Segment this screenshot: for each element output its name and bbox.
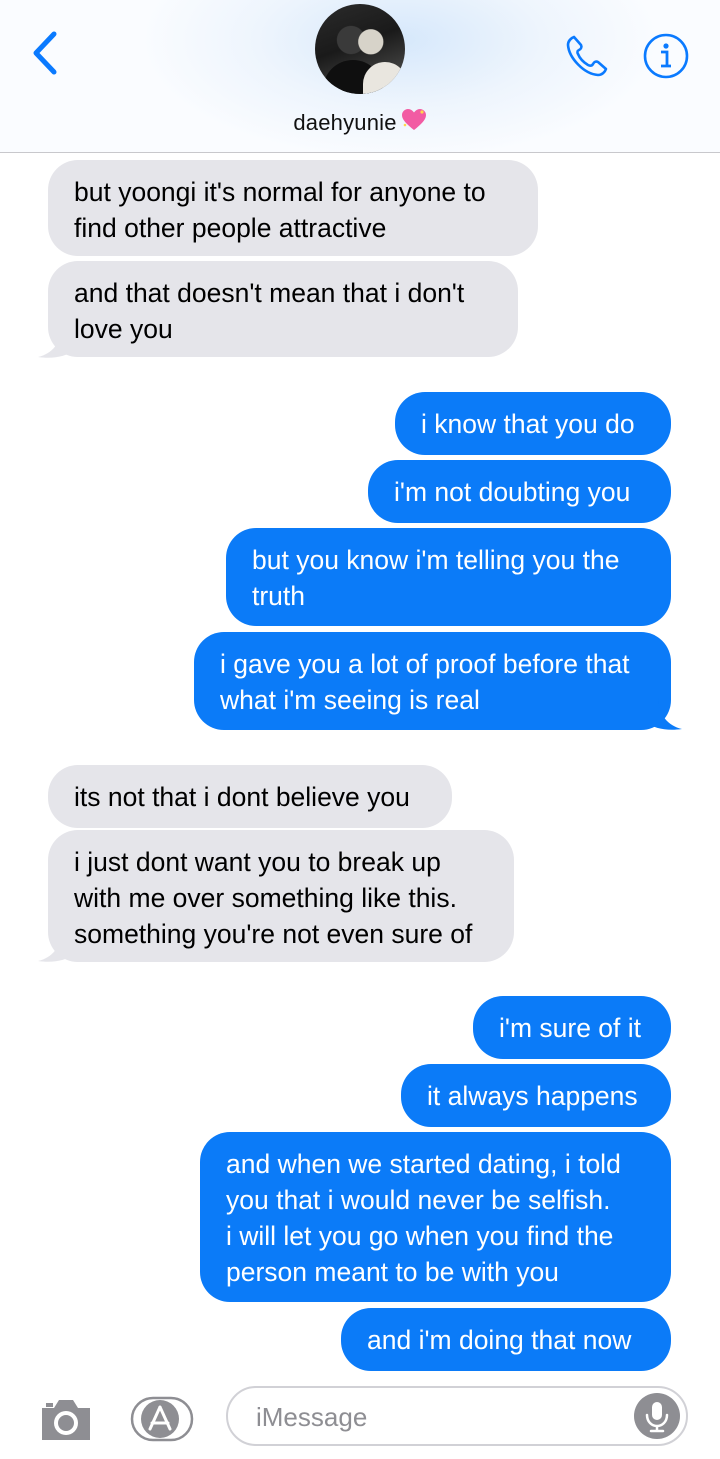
message-line: something you're not even sure of <box>74 919 473 949</box>
sent-message[interactable]: i know that you do <box>395 392 671 455</box>
message-line: and when we started dating, i told <box>226 1149 621 1179</box>
received-message[interactable]: but yoongi it's normal for anyone to fin… <box>48 160 538 256</box>
contact-name-row[interactable]: daehyunie <box>0 108 720 138</box>
message-line: it always happens <box>427 1081 638 1111</box>
message-input[interactable]: iMessage <box>226 1386 688 1446</box>
info-icon[interactable] <box>642 32 690 80</box>
message-line: i just dont want you to break up <box>74 847 441 877</box>
sent-message[interactable]: i gave you a lot of proof before that wh… <box>194 632 671 730</box>
message-line: person meant to be with you <box>226 1257 559 1287</box>
back-chevron-icon[interactable] <box>26 30 66 76</box>
message-line: i'm sure of it <box>499 1013 642 1043</box>
camera-icon[interactable] <box>38 1396 94 1442</box>
sent-message[interactable]: i'm not doubting you <box>368 460 671 523</box>
message-line: what i'm seeing is real <box>220 685 480 715</box>
sent-message[interactable]: i'm sure of it <box>473 996 671 1059</box>
microphone-icon[interactable] <box>634 1393 680 1439</box>
conversation-header: daehyunie <box>0 0 720 153</box>
message-line: but you know i'm telling you the <box>252 545 620 575</box>
message-line: i will let you go when you find the <box>226 1221 614 1251</box>
sent-message[interactable]: it always happens <box>401 1064 671 1127</box>
message-line: i'm not doubting you <box>394 477 631 507</box>
message-composer: iMessage <box>0 1374 720 1459</box>
received-message[interactable]: and that doesn't mean that i don't love … <box>48 261 518 357</box>
received-bubble-tail <box>38 930 74 962</box>
sent-message[interactable]: but you know i'm telling you the truth <box>226 528 671 626</box>
phone-icon[interactable] <box>563 32 611 80</box>
sent-bubble-tail <box>646 698 682 730</box>
message-input-placeholder: iMessage <box>256 1402 368 1432</box>
app-store-icon[interactable] <box>130 1396 194 1442</box>
message-line: i gave you a lot of proof before that <box>220 649 630 679</box>
message-line: and i'm doing that now <box>367 1325 632 1355</box>
avatar-figure-right <box>363 62 405 94</box>
sent-message[interactable]: and i'm doing that now <box>341 1308 671 1371</box>
sparkling-heart-icon <box>401 108 427 138</box>
contact-avatar[interactable] <box>315 4 405 94</box>
message-line: its not that i dont believe you <box>74 782 410 812</box>
sent-message[interactable]: and when we started dating, i told you t… <box>200 1132 671 1302</box>
message-line: with me over something like this. <box>74 883 457 913</box>
message-line: find other people attractive <box>74 213 387 243</box>
received-message[interactable]: i just dont want you to break up with me… <box>48 830 514 962</box>
received-bubble-tail <box>38 326 74 358</box>
message-line: i know that you do <box>421 409 635 439</box>
message-line: truth <box>252 581 306 611</box>
message-line: but yoongi it's normal for anyone to <box>74 177 486 207</box>
received-message[interactable]: its not that i dont believe you <box>48 765 452 828</box>
contact-name: daehyunie <box>293 110 397 135</box>
message-line: love you <box>74 314 173 344</box>
message-line: you that i would never be selfish. <box>226 1185 611 1215</box>
message-line: and that doesn't mean that i don't <box>74 278 465 308</box>
